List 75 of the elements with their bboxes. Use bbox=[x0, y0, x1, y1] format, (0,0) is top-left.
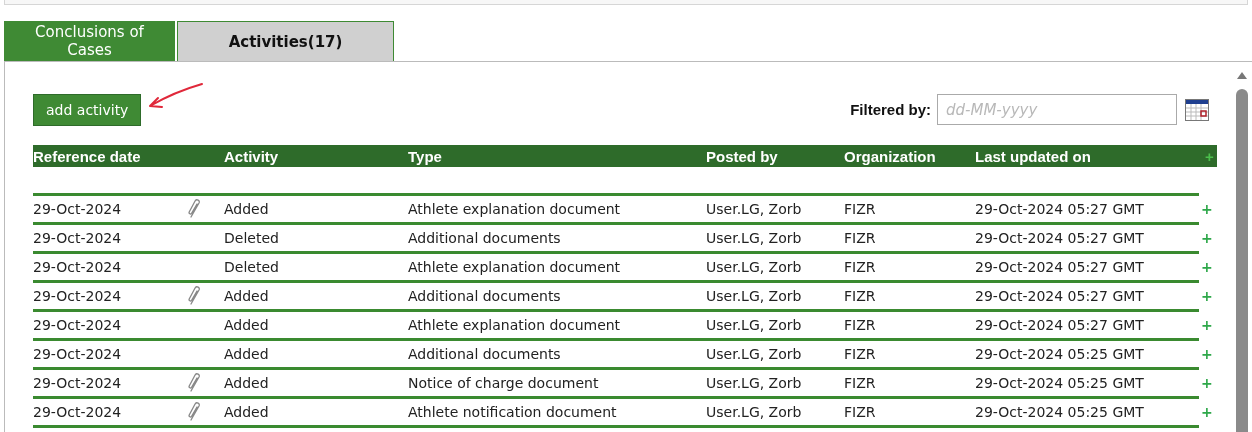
column-header: Activity bbox=[224, 147, 280, 165]
expand-button[interactable]: + bbox=[1201, 230, 1219, 246]
expand-button[interactable]: + bbox=[1201, 259, 1219, 275]
expand-button[interactable]: + bbox=[1201, 201, 1219, 217]
table-cell-text: Athlete explanation document bbox=[408, 317, 622, 333]
table-cell-text: FIZR bbox=[844, 404, 877, 420]
scroll-up-icon[interactable] bbox=[1236, 72, 1247, 79]
table-cell-text: User.LG, Zorb bbox=[706, 346, 803, 362]
table-cell-text: Additional documents bbox=[408, 230, 562, 246]
filter-label: Filtered by: bbox=[850, 101, 931, 118]
table-cell-text: 29-Oct-2024 05:27 GMT bbox=[975, 259, 1145, 275]
table-cell-text: Athlete notification document bbox=[408, 404, 618, 420]
table-cell-text: FIZR bbox=[844, 288, 877, 304]
table-cell-text: 29-Oct-2024 bbox=[33, 201, 123, 217]
table-cell-text: User.LG, Zorb bbox=[706, 230, 803, 246]
table-cell-text: User.LG, Zorb bbox=[706, 288, 803, 304]
table-cell-text: User.LG, Zorb bbox=[706, 201, 803, 217]
table-cell-text: Athlete explanation document bbox=[408, 259, 622, 275]
table-cell-text: FIZR bbox=[844, 375, 877, 391]
table-cell-text: 29-Oct-2024 bbox=[33, 375, 123, 391]
table-cell-text: FIZR bbox=[844, 201, 877, 217]
table-cell-text: 29-Oct-2024 bbox=[33, 404, 123, 420]
table-cell-text: 29-Oct-2024 05:27 GMT bbox=[975, 317, 1145, 333]
paperclip-icon[interactable] bbox=[188, 196, 202, 219]
paperclip-icon[interactable] bbox=[188, 283, 202, 306]
table-cell-text: Notice of charge document bbox=[408, 375, 600, 391]
table-cell-text: Athlete explanation document bbox=[408, 201, 622, 217]
tab[interactable]: Conclusions of Cases bbox=[4, 21, 175, 61]
table-cell-text: 29-Oct-2024 05:27 GMT bbox=[975, 230, 1145, 246]
table-cell-text: User.LG, Zorb bbox=[706, 404, 803, 420]
table-cell-text: User.LG, Zorb bbox=[706, 259, 803, 275]
expand-button[interactable]: + bbox=[1201, 375, 1219, 391]
table-cell-text: Added bbox=[224, 201, 270, 217]
table-cell-text: 29-Oct-2024 05:25 GMT bbox=[975, 346, 1145, 362]
table-cell-text: User.LG, Zorb bbox=[706, 375, 803, 391]
table-cell-text: Added bbox=[224, 317, 270, 333]
date-filter-field[interactable]: dd-MM-yyyy bbox=[937, 94, 1177, 125]
table-cell-text: Added bbox=[224, 288, 270, 304]
table-cell-text: 29-Oct-2024 bbox=[33, 317, 123, 333]
expand-button[interactable]: + bbox=[1201, 404, 1219, 420]
table-cell-text: 29-Oct-2024 bbox=[33, 259, 123, 275]
table-cell-text: Deleted bbox=[224, 259, 280, 275]
table-cell-text: Added bbox=[224, 375, 270, 391]
table-cell-text: 29-Oct-2024 05:27 GMT bbox=[975, 201, 1145, 217]
paperclip-icon[interactable] bbox=[188, 370, 202, 393]
expand-button[interactable]: + bbox=[1201, 288, 1219, 304]
table-cell-text: Added bbox=[224, 346, 270, 362]
table-cell-text: Added bbox=[224, 404, 270, 420]
expand-button[interactable]: + bbox=[1201, 317, 1219, 333]
table-cell-text: Additional documents bbox=[408, 346, 562, 362]
expand-button[interactable]: + bbox=[1201, 346, 1219, 362]
table-cell-text: 29-Oct-2024 05:27 GMT bbox=[975, 288, 1145, 304]
add-column-button[interactable]: + bbox=[1205, 147, 1217, 165]
column-header: Organization bbox=[844, 147, 937, 165]
column-header: Posted by bbox=[706, 147, 779, 165]
calendar-icon[interactable] bbox=[1185, 98, 1209, 121]
scrollbar-thumb[interactable] bbox=[1235, 89, 1248, 432]
column-header: Type bbox=[408, 147, 443, 165]
table-cell-text: FIZR bbox=[844, 346, 877, 362]
table-cell-text: FIZR bbox=[844, 230, 877, 246]
column-header: Last updated on bbox=[975, 147, 1092, 165]
table-cell-text: Deleted bbox=[224, 230, 280, 246]
table-cell-text: Additional documents bbox=[408, 288, 562, 304]
table-cell-text: FIZR bbox=[844, 317, 877, 333]
column-header: Reference date bbox=[33, 147, 142, 165]
table-cell-text: 29-Oct-2024 bbox=[33, 230, 123, 246]
tab[interactable]: Activities(17) bbox=[177, 21, 394, 61]
table-cell-text: 29-Oct-2024 bbox=[33, 346, 123, 362]
paperclip-icon[interactable] bbox=[188, 399, 202, 422]
table-cell-text: 29-Oct-2024 05:25 GMT bbox=[975, 375, 1145, 391]
table-cell-text: 29-Oct-2024 bbox=[33, 288, 123, 304]
table-cell-text: FIZR bbox=[844, 259, 877, 275]
add-activity-button[interactable]: add activity bbox=[33, 94, 142, 126]
table-cell-text: 29-Oct-2024 05:25 GMT bbox=[975, 404, 1145, 420]
table-cell-text: User.LG, Zorb bbox=[706, 317, 803, 333]
